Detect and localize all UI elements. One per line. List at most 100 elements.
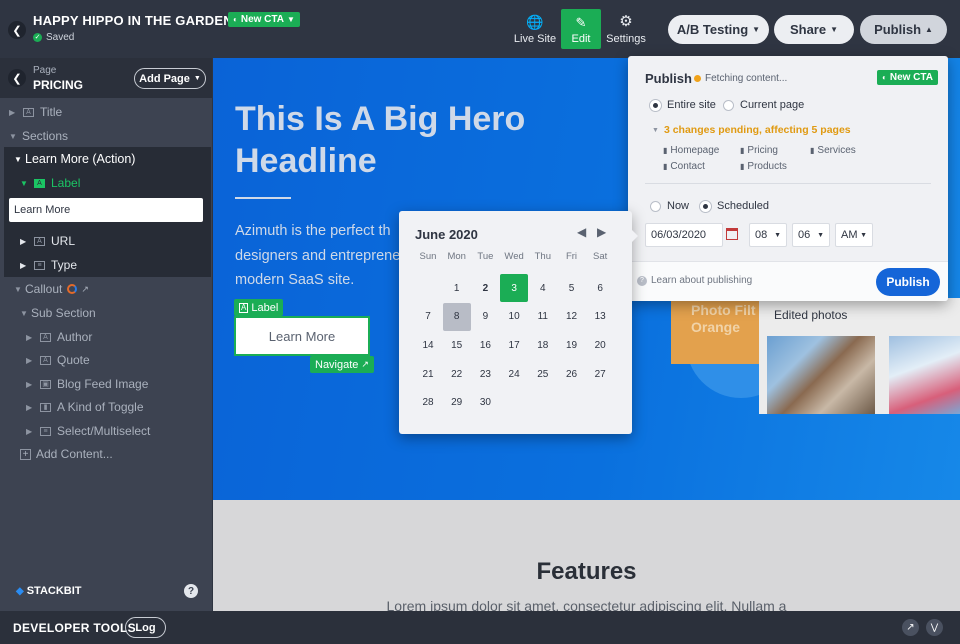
calendar-day[interactable]: 18 — [529, 331, 557, 359]
variant-badge-label: New CTA — [240, 14, 284, 25]
nav-live-site[interactable]: 🌐 Live Site — [512, 14, 558, 45]
calendar-day[interactable]: 15 — [443, 331, 471, 359]
publish-menu-button[interactable]: Publish ▲ — [860, 15, 947, 44]
calendar-day[interactable]: 6 — [586, 274, 614, 302]
calendar-day[interactable]: 26 — [558, 360, 586, 388]
tree-item-kind-of-toggle[interactable]: ▶ ▮ A Kind of Toggle — [0, 396, 212, 418]
nav-edit[interactable]: ✎ Edit — [561, 9, 601, 49]
prev-month-icon[interactable]: ◀ — [577, 225, 586, 239]
pending-page-item: ▮ Pricing — [740, 145, 778, 156]
hero-headline[interactable]: This Is A Big Hero Headline — [235, 98, 525, 182]
calendar-day[interactable]: 12 — [558, 303, 586, 331]
hero-body-line: designers and entreprene — [235, 247, 401, 264]
publish-variant-badge-label: New CTA — [889, 72, 933, 83]
add-content-button[interactable]: + Add Content... — [0, 443, 212, 465]
divider — [645, 183, 931, 184]
calendar-day[interactable]: 27 — [586, 360, 614, 388]
calendar-day[interactable]: 20 — [586, 331, 614, 359]
calendar-day[interactable]: 23 — [471, 360, 499, 388]
calendar-day[interactable]: 22 — [443, 360, 471, 388]
scope-entire-site[interactable]: Entire site — [650, 99, 716, 111]
image-field-icon: ▣ — [40, 379, 51, 389]
calendar-day[interactable]: 4 — [529, 274, 557, 302]
calendar-day[interactable]: 19 — [558, 331, 586, 359]
text-field-icon: A — [23, 107, 34, 117]
date-input[interactable]: 06/03/2020 — [645, 223, 723, 247]
learn-link-label: Learn about publishing — [651, 275, 753, 286]
popout-icon[interactable]: ↗ — [902, 619, 919, 636]
calendar-icon[interactable] — [726, 228, 738, 240]
tree-item-select-multiselect[interactable]: ▶ ≡ Select/Multiselect — [0, 420, 212, 442]
external-link-icon[interactable]: ↗ — [81, 284, 89, 295]
hero-body[interactable]: Azimuth is the perfect th designers and … — [235, 219, 415, 293]
calendar-day[interactable]: 24 — [500, 360, 528, 388]
hour-select[interactable]: 08 ▼ — [749, 223, 787, 247]
learn-about-publishing-link[interactable]: ? Learn about publishing — [637, 275, 752, 286]
tree-item-quote[interactable]: ▶ A Quote — [0, 349, 212, 371]
weekday-label: Tue — [477, 250, 494, 262]
calendar-day-selected[interactable]: 3 — [500, 274, 529, 302]
hero-divider — [235, 197, 291, 199]
minute-select[interactable]: 06 ▼ — [792, 223, 830, 247]
chevron-down-icon: ▼ — [860, 231, 867, 239]
collapse-icon[interactable]: ⋁ — [926, 619, 943, 636]
share-button[interactable]: Share ▼ — [774, 15, 854, 44]
publish-button[interactable]: Publish — [876, 268, 940, 296]
next-month-icon[interactable]: ▶ — [597, 225, 606, 239]
back-icon[interactable]: ❮ — [8, 21, 26, 39]
ab-testing-button[interactable]: A/B Testing ▼ — [668, 15, 769, 44]
minute-value: 06 — [798, 229, 811, 241]
log-button[interactable]: Log — [125, 617, 166, 638]
when-now[interactable]: Now — [650, 200, 689, 212]
scope-current-label: Current page — [740, 99, 805, 111]
tree-item-type[interactable]: ▶ ≡ Type — [0, 254, 212, 276]
calendar-day[interactable]: 9 — [471, 303, 499, 331]
tree-item-title[interactable]: ▶ A Title — [0, 101, 212, 123]
label-value-input[interactable]: Learn More — [9, 198, 203, 222]
tree-item-callout[interactable]: ▼ Callout ↗ — [0, 278, 212, 300]
tree-item-url[interactable]: ▶ A URL — [0, 230, 212, 252]
calendar-day[interactable]: 13 — [586, 303, 614, 331]
calendar-day[interactable]: 21 — [414, 360, 442, 388]
calendar-day[interactable]: 11 — [529, 303, 557, 331]
variant-badge[interactable]: ◐ New CTA ▼ — [228, 12, 300, 27]
calendar-day[interactable]: 25 — [529, 360, 557, 388]
tree-item-learn-more-action[interactable]: ▼ Learn More (Action) — [0, 148, 212, 170]
calendar-day[interactable]: 10 — [500, 303, 528, 331]
navigate-tag[interactable]: Navigate ↗ — [310, 356, 374, 373]
caret-right-icon: ▶ — [9, 107, 16, 117]
tree-item-label-field[interactable]: ▼ A Label — [0, 172, 212, 194]
tree-item-sections[interactable]: ▼ Sections — [0, 125, 212, 147]
calendar-day[interactable]: 29 — [443, 389, 471, 417]
learn-more-button[interactable]: Learn More — [234, 316, 370, 356]
tree-item-author[interactable]: ▶ A Author — [0, 326, 212, 348]
ampm-select[interactable]: AM ▼ — [835, 223, 873, 247]
caret-right-icon: ▶ — [20, 236, 27, 246]
caret-down-icon: ▼ — [14, 154, 22, 164]
calendar-day[interactable]: 30 — [471, 389, 499, 417]
developer-tools-bar: DEVELOPER TOOLS Log ↗ ⋁ — [0, 611, 960, 644]
scope-current-page[interactable]: Current page — [723, 99, 804, 111]
calendar-day[interactable]: 5 — [558, 274, 586, 302]
features-section[interactable]: Features Lorem ipsum dolor sit amet, con… — [213, 500, 960, 611]
calendar-day[interactable]: 28 — [414, 389, 442, 417]
back-icon[interactable]: ❮ — [8, 69, 26, 87]
calendar-day-today[interactable]: 8 — [442, 302, 471, 331]
calendar-day[interactable]: 14 — [414, 331, 442, 359]
pending-changes-toggle[interactable]: ▼ 3 changes pending, affecting 5 pages — [652, 124, 851, 136]
calendar-day[interactable]: 7 — [414, 303, 442, 331]
tree-item-blog-feed-image[interactable]: ▶ ▣ Blog Feed Image — [0, 373, 212, 395]
tree-item-label: Blog Feed Image — [57, 377, 149, 391]
nav-settings[interactable]: ⚙ Settings — [604, 14, 648, 46]
tree-item-sub-section[interactable]: ▼ Sub Section — [0, 302, 212, 324]
nav-settings-label: Settings — [606, 33, 646, 45]
calendar-day[interactable]: 2 — [471, 274, 499, 302]
add-page-button[interactable]: Add Page ▼ — [134, 68, 206, 89]
when-scheduled[interactable]: Scheduled — [700, 200, 769, 212]
calendar-month: June 2020 — [415, 227, 478, 242]
pencil-icon: ✎ — [575, 15, 587, 30]
calendar-day[interactable]: 16 — [471, 331, 499, 359]
help-icon[interactable]: ? — [184, 584, 198, 598]
calendar-day[interactable]: 17 — [500, 331, 528, 359]
calendar-day[interactable]: 1 — [443, 274, 471, 302]
